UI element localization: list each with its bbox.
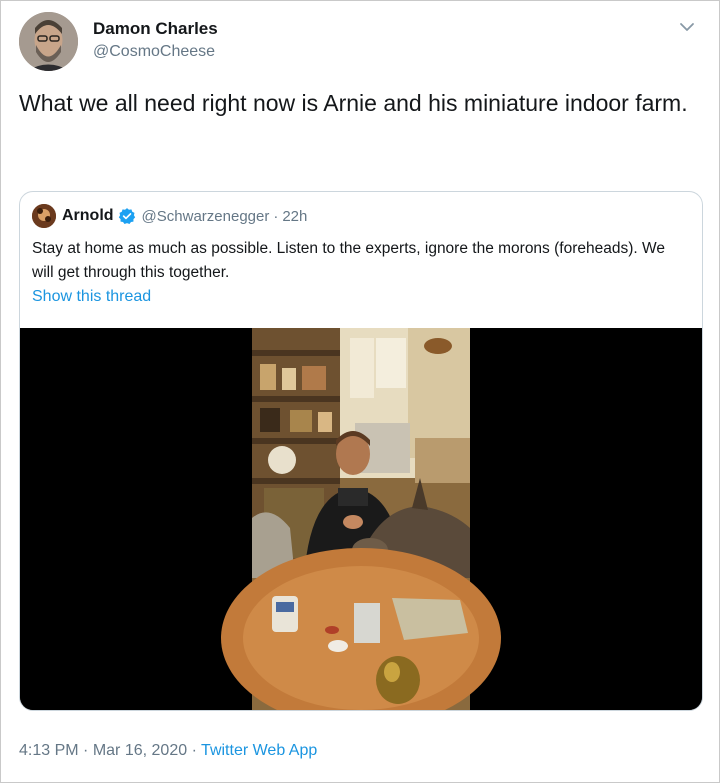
tweet-footer: 4:13 PM · Mar 16, 2020 · Twitter Web App bbox=[19, 742, 317, 760]
avatar[interactable] bbox=[19, 12, 78, 71]
quoted-display-name[interactable]: Arnold bbox=[62, 207, 114, 225]
chevron-down-icon[interactable] bbox=[677, 17, 697, 37]
tweet-text: What we all need right now is Arnie and … bbox=[19, 90, 688, 116]
video-thumbnail[interactable] bbox=[20, 328, 702, 710]
tweet-author: Damon Charles @CosmoCheese bbox=[93, 19, 218, 63]
avatar-image bbox=[19, 12, 78, 71]
user-handle[interactable]: @CosmoCheese bbox=[93, 41, 218, 63]
quoted-tweet-text: Stay at home as much as possible. Listen… bbox=[32, 240, 665, 281]
show-thread-link[interactable]: Show this thread bbox=[32, 288, 151, 306]
tweet-date[interactable]: Mar 16, 2020 bbox=[93, 742, 187, 759]
quoted-handle[interactable]: @Schwarzenegger bbox=[142, 208, 270, 225]
quoted-tweet-header: Arnold @Schwarzenegger · 22h bbox=[32, 204, 307, 228]
video-frame bbox=[20, 328, 702, 710]
separator-dot: · bbox=[83, 742, 89, 759]
tweet-time[interactable]: 4:13 PM bbox=[19, 742, 79, 759]
display-name[interactable]: Damon Charles bbox=[93, 19, 218, 39]
separator-dot: · bbox=[273, 207, 279, 225]
tweet-card: Damon Charles @CosmoCheese What we all n… bbox=[0, 0, 720, 783]
source-app-link[interactable]: Twitter Web App bbox=[201, 742, 317, 759]
quoted-avatar[interactable] bbox=[32, 204, 56, 228]
quoted-timestamp[interactable]: 22h bbox=[282, 208, 307, 225]
separator-dot: · bbox=[191, 742, 197, 759]
quoted-tweet[interactable]: Arnold @Schwarzenegger · 22h Stay at hom… bbox=[19, 191, 703, 711]
verified-badge-icon bbox=[118, 208, 135, 225]
